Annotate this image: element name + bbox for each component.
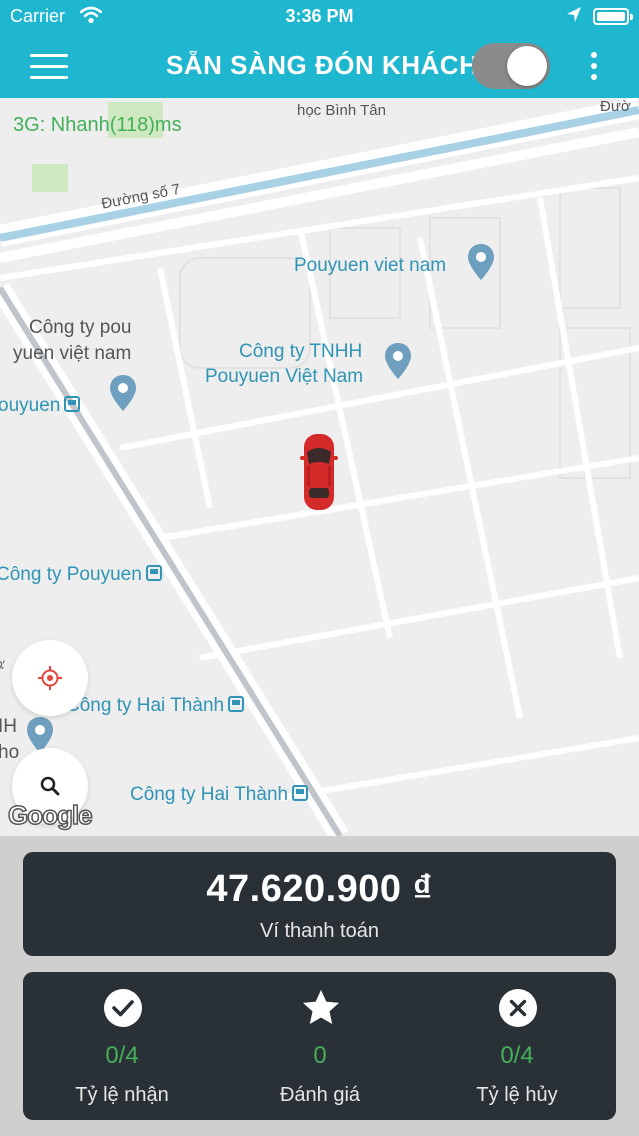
stats-card: 0/4 Tỷ lệ nhận 0 Đánh giá 0/4 Tỷ lệ hủy xyxy=(23,972,616,1120)
map-label-text: Công ty Hai Thành xyxy=(130,784,289,805)
bus-stop-icon xyxy=(228,695,245,712)
map-label: Pouyuen viet nam xyxy=(294,255,447,276)
more-options-icon[interactable] xyxy=(586,50,602,82)
google-logo: Google xyxy=(7,799,93,831)
wallet-label: Ví thanh toán xyxy=(260,920,379,942)
status-bar: Carrier 3:36 PM xyxy=(0,0,639,34)
bus-stop-icon xyxy=(64,395,81,412)
map-label: Công ty Hai Thành xyxy=(130,784,309,806)
map-label: học Bình Tân xyxy=(297,102,386,119)
map-view[interactable]: 3G: Nhanh(118)ms học Bình Tân Đườ Đường … xyxy=(0,98,639,836)
map-pin-icon[interactable] xyxy=(109,374,137,412)
car-marker-icon xyxy=(300,434,338,510)
location-arrow-icon xyxy=(566,6,582,29)
wallet-card[interactable]: 47.620.900 ₫ Ví thanh toán xyxy=(23,852,616,956)
stat-value: 0 xyxy=(313,1042,327,1069)
locate-me-button[interactable] xyxy=(12,640,88,716)
stat-cancel-rate[interactable]: 0/4 Tỷ lệ hủy xyxy=(418,972,616,1120)
stat-label: Đánh giá xyxy=(279,1084,361,1106)
page-title: SẴN SÀNG ĐÓN KHÁCH xyxy=(166,50,479,80)
map-label: ho xyxy=(0,742,20,763)
menu-icon[interactable] xyxy=(30,52,68,80)
map-label: ouyuen xyxy=(0,395,81,417)
stat-label: Tỷ lệ hủy xyxy=(476,1084,558,1106)
map-label: yuen việt nam xyxy=(13,343,132,364)
stat-rating[interactable]: 0 Đánh giá xyxy=(221,972,419,1120)
bus-stop-icon xyxy=(145,564,162,581)
clock: 3:36 PM xyxy=(285,6,354,26)
map-label: Công ty pou xyxy=(29,317,132,338)
star-icon xyxy=(303,990,339,1024)
crosshair-icon xyxy=(38,666,62,690)
map-label-text: Công ty Pouyuen xyxy=(0,564,142,585)
top-app-bar: SẴN SÀNG ĐÓN KHÁCH xyxy=(0,34,639,98)
toggle-knob xyxy=(507,46,547,86)
wallet-balance: 47.620.900 ₫ xyxy=(206,868,433,910)
map-label: Công ty Pouyuen xyxy=(0,564,162,586)
map-label: IH xyxy=(0,716,17,737)
map-label: Công ty TNHH xyxy=(239,341,363,362)
map-label: Pouyuen Việt Nam xyxy=(205,366,364,387)
battery-icon xyxy=(593,8,633,25)
stat-acceptance-rate[interactable]: 0/4 Tỷ lệ nhận xyxy=(23,972,221,1120)
stat-value: 0/4 xyxy=(105,1042,139,1069)
bus-stop-icon xyxy=(292,784,309,801)
search-icon xyxy=(40,776,60,796)
stat-label: Tỷ lệ nhận xyxy=(75,1084,169,1106)
map-pin-icon[interactable] xyxy=(467,243,495,281)
map-label: Đườ xyxy=(600,98,631,115)
map-label-text: ouyuen xyxy=(0,395,61,416)
network-status: 3G: Nhanh(118)ms xyxy=(13,114,182,136)
check-circle-icon xyxy=(104,989,142,1027)
map-pin-icon[interactable] xyxy=(384,342,412,380)
stat-value: 0/4 xyxy=(500,1042,534,1069)
x-circle-icon xyxy=(499,989,537,1027)
map-label: Công ty Hai Thành xyxy=(66,695,245,717)
map-label-text: Công ty Hai Thành xyxy=(66,695,225,716)
ready-toggle[interactable] xyxy=(472,43,550,89)
